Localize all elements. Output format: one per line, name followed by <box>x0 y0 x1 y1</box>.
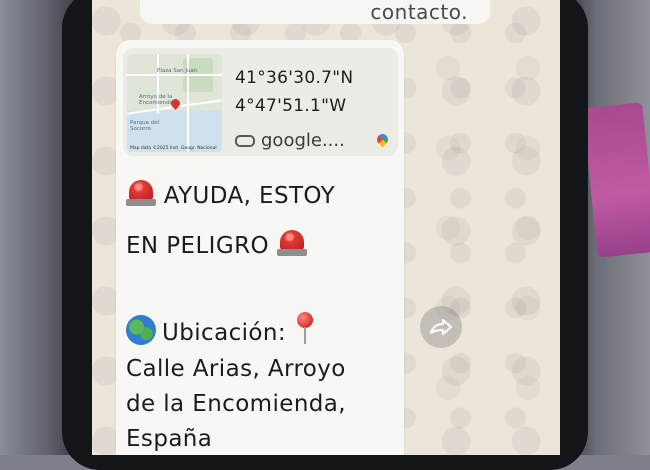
google-maps-pin-icon <box>374 131 391 148</box>
previous-message-text: contacto. <box>370 0 468 24</box>
siren-icon <box>126 180 156 207</box>
maps-link[interactable]: google.... <box>235 130 345 151</box>
previous-message-bubble[interactable]: contacto. <box>140 0 490 24</box>
map-credit: Map data ©2025 Inst. Geogr. Nacional <box>130 146 217 151</box>
forward-icon <box>430 319 452 335</box>
map-label: Parque del Socorro <box>130 120 160 132</box>
globe-icon <box>126 315 156 345</box>
address-line-3: España <box>126 426 213 452</box>
address-line-1: Calle Arias, Arroyo <box>126 356 346 382</box>
emergency-message-bubble[interactable]: Plaza San Juan Arroyo de la Encomienda Pa… <box>116 40 404 455</box>
map-label: Arroyo de la Encomienda <box>139 94 173 106</box>
forward-button[interactable] <box>420 306 462 348</box>
alert-text-2: EN PELIGRO <box>126 233 269 259</box>
alert-line-1: AYUDA, ESTOY <box>126 180 335 209</box>
map-road <box>127 74 222 76</box>
link-icon <box>235 135 255 147</box>
map-label: Plaza San Juan <box>157 68 198 74</box>
round-pushpin-icon <box>292 312 318 346</box>
chat-screen: contacto. Plaza San Juan Arroyo de la Enc… <box>92 0 560 455</box>
location-label-line: Ubicación: <box>126 312 318 346</box>
latitude-text: 41°36'30.7"N <box>235 68 354 88</box>
maps-link-text: google.... <box>261 130 345 151</box>
alert-text-1: AYUDA, ESTOY <box>163 183 336 209</box>
address-line-2: de la Encomienda, <box>126 391 347 417</box>
longitude-text: 4°47'51.1"W <box>235 96 347 116</box>
alert-line-2: EN PELIGRO <box>126 230 307 259</box>
location-label: Ubicación: <box>162 320 286 346</box>
map-thumbnail[interactable]: Plaza San Juan Arroyo de la Encomienda Pa… <box>127 54 222 152</box>
location-preview-card[interactable]: Plaza San Juan Arroyo de la Encomienda Pa… <box>123 48 398 156</box>
siren-icon <box>276 230 307 257</box>
